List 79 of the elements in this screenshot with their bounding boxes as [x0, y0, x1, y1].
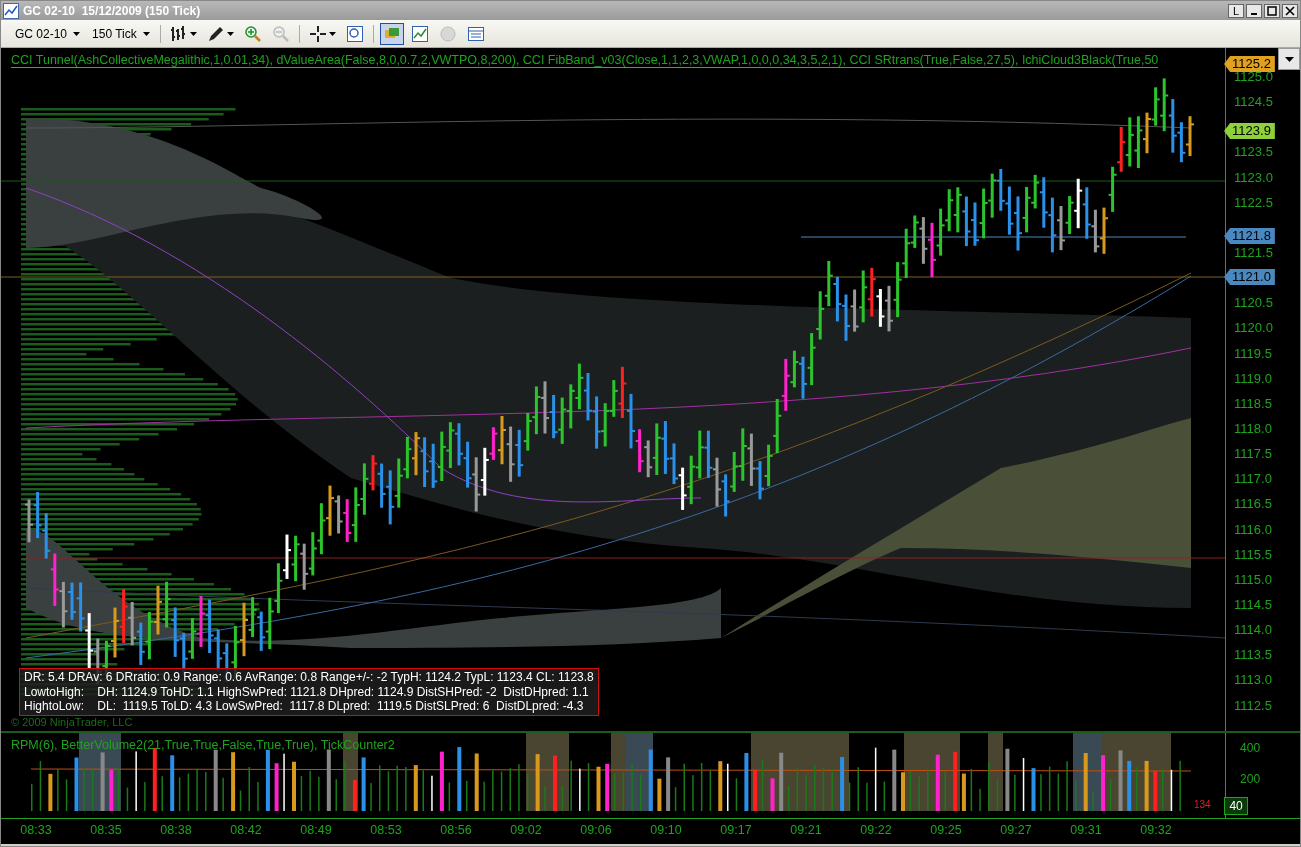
time-tick-label: 09:02 — [509, 822, 543, 839]
instrument-label: GC 02-10 — [15, 26, 68, 41]
close-icon[interactable] — [1282, 3, 1298, 18]
info-line: DR: 5.4 DRAv: 6 DRratio: 0.9 Range: 0.6 AvRange: 0.8 Range+/-: -2 TypH: 1124.2 TypL: 1123.4 CL: 1123.8 — [24, 670, 594, 685]
volume-tag: 40 — [1224, 797, 1249, 815]
crosshair-icon — [308, 24, 327, 43]
price-tick-label: 1124.5 — [1233, 93, 1274, 112]
info-line: LowtoHigh: DH: 1124.9 ToHD: 1.1 HighSwPred: 1121.8 DHpred: 1124.9 DistSHPred: -2 DistDHpred: 1.1 — [24, 684, 590, 699]
price-tick-label: 1120.5 — [1233, 294, 1274, 313]
caret-icon — [328, 31, 336, 36]
time-tick-label: 09:25 — [929, 822, 963, 839]
price-tick-label: 1116.5 — [1233, 495, 1273, 514]
price-tick-label: 1123.5 — [1233, 143, 1274, 162]
time-tick-label: 09:06 — [579, 822, 613, 839]
caret-icon — [226, 31, 234, 36]
price-tick-label: 1117.0 — [1233, 470, 1273, 489]
indicator-legend: CCI Tunnel(AshCollectiveMegalithic,1,0.01,34), dValueArea(False,8,0,0.7,2,VWTPO,8,200), CCI FibBand_v03(Close,1,1,2,3,VWAP,1,0,0,0,34,3,5,2,1), CCI SRtrans(True,False,27,5), IchiCloud3Black(True,50 — [11, 53, 1159, 68]
price-tick-label: 1118.0 — [1233, 419, 1273, 438]
caret-icon — [73, 31, 81, 36]
time-tick-label: 08:42 — [229, 822, 263, 839]
price-tick-label: 1115.0 — [1233, 570, 1273, 589]
zoom-in-icon — [243, 24, 262, 43]
table-icon — [466, 24, 485, 43]
price-tick-label: 1122.5 — [1233, 193, 1274, 212]
minimize-icon[interactable] — [1246, 3, 1262, 18]
price-tick-label: 1113.0 — [1233, 671, 1273, 690]
price-tag: 1123.9 — [1224, 123, 1275, 139]
interval-label: 150 Tick — [92, 26, 137, 41]
pencil-icon — [206, 24, 225, 43]
info-line: HightoLow: DL: 1119.5 ToLD: 4.3 LowSwPred: 1117.8 DLpred: 1119.5 DistSLPred: 6 DistDLpred: -4.3 — [24, 699, 585, 714]
time-tick-label: 08:35 — [89, 822, 123, 839]
bar-chart-icon — [169, 24, 188, 43]
maximize-icon[interactable] — [1264, 3, 1280, 18]
volume-tick-label: 400 — [1239, 741, 1262, 757]
price-tag: 1121.0 — [1224, 269, 1275, 285]
price-tick-label: 1115.5 — [1233, 545, 1273, 564]
tick-count: 134 — [1194, 799, 1211, 810]
time-tick-label: 09:17 — [719, 822, 753, 839]
price-tag: 1121.8 — [1224, 228, 1275, 244]
time-tick-label: 09:10 — [649, 822, 683, 839]
line-chart-icon — [410, 24, 429, 43]
caret-icon — [142, 31, 150, 36]
volume-tick-label: 200 — [1239, 772, 1262, 788]
copyright-text: © 2009 NinjaTrader, LLC — [11, 716, 133, 729]
window-title: GC 02-10 15/12/2009 (150 Tick) — [23, 3, 202, 18]
dropdown-button[interactable] — [1278, 48, 1300, 70]
zoom-out-icon — [271, 24, 290, 43]
link-button[interactable]: L — [1228, 3, 1244, 18]
time-tick-label: 08:38 — [159, 822, 193, 839]
price-tick-label: 1123.0 — [1233, 168, 1274, 187]
price-tick-label: 1119.0 — [1233, 369, 1273, 388]
instrument-dropdown[interactable]: GC 02-10 — [11, 24, 85, 43]
price-tick-label: 1120.0 — [1233, 319, 1274, 338]
price-tick-label: 1113.5 — [1233, 646, 1273, 665]
price-tick-label: 1117.5 — [1233, 445, 1273, 464]
time-tick-label: 08:33 — [19, 822, 53, 839]
interval-dropdown[interactable]: 150 Tick — [88, 24, 154, 43]
price-tick-label: 1118.5 — [1233, 394, 1273, 413]
caret-icon — [1284, 56, 1294, 62]
price-tick-label: 1116.0 — [1233, 520, 1273, 539]
time-tick-label: 08:56 — [439, 822, 473, 839]
time-tick-label: 08:49 — [299, 822, 333, 839]
coin-icon — [438, 24, 457, 43]
price-tick-label: 1121.5 — [1233, 244, 1274, 262]
time-tick-label: 08:53 — [369, 822, 403, 839]
price-tick-label: 1114.0 — [1233, 621, 1273, 640]
price-tag: 1125.2 — [1224, 56, 1275, 72]
toolbar-button[interactable] — [379, 22, 404, 45]
price-tick-label: 1114.5 — [1233, 595, 1273, 614]
indicator-legend: RPM(6), BetterVolume2(21,True,True,False,True,True), TickCounter2 — [11, 738, 395, 752]
time-tick-label: 09:32 — [1139, 822, 1173, 839]
time-tick-label: 09:31 — [1069, 822, 1103, 839]
price-tick-label: 1119.5 — [1233, 344, 1273, 363]
time-tick-label: 09:22 — [859, 822, 893, 839]
time-tick-label: 09:27 — [999, 822, 1033, 839]
caret-icon — [189, 31, 197, 36]
price-tick-label: 1112.5 — [1233, 696, 1273, 715]
chart-icon — [3, 2, 19, 19]
time-tick-label: 09:21 — [789, 822, 823, 839]
